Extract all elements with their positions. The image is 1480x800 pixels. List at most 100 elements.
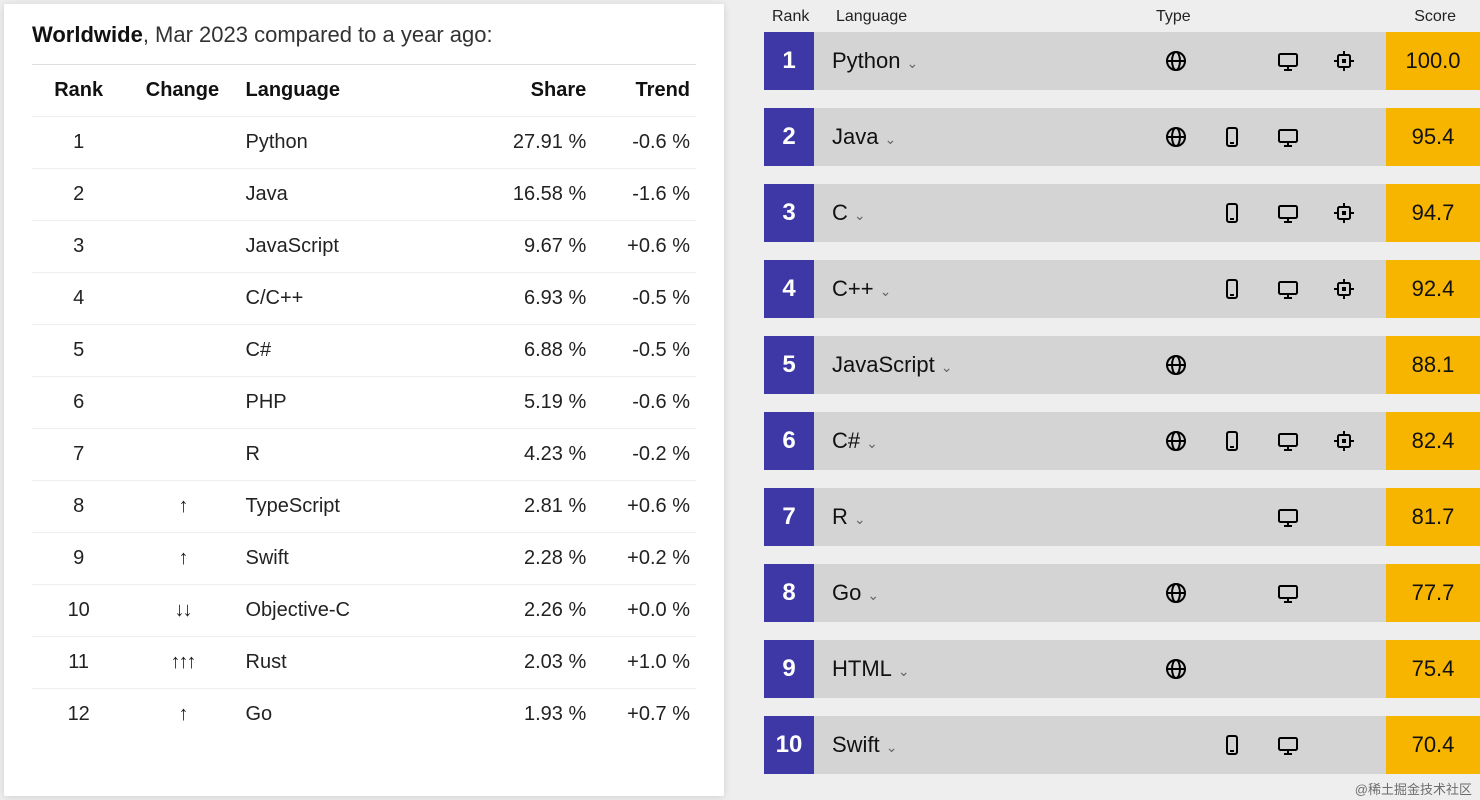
type-icons [1148, 429, 1372, 453]
language-cell[interactable]: C⌄ [832, 200, 1148, 226]
language-cell[interactable]: R⌄ [832, 504, 1148, 530]
cell-change: ↑ [125, 481, 239, 533]
cell-trend: -0.5 % [592, 273, 696, 325]
cell-share: 4.23 % [468, 429, 593, 481]
cell-trend: -0.6 % [592, 377, 696, 429]
language-cell[interactable]: JavaScript⌄ [832, 352, 1148, 378]
row-body: Swift⌄ [814, 716, 1386, 774]
cell-change [125, 273, 239, 325]
table-row: 1Python27.91 %-0.6 % [32, 117, 696, 169]
cell-rank: 1 [32, 117, 125, 169]
cell-language: C# [240, 325, 468, 377]
score-row: 5JavaScript⌄88.1 [764, 336, 1480, 394]
language-cell[interactable]: C++ ⌄ [832, 276, 1148, 302]
cell-language: Rust [240, 637, 468, 689]
col-language: Language [836, 8, 1156, 26]
empty-icon-slot [1316, 581, 1372, 605]
col-type: Type [1156, 8, 1380, 26]
cell-trend: +0.7 % [592, 689, 696, 741]
score-cell: 81.7 [1386, 488, 1480, 546]
score-header-row: Rank Language Type Score [764, 4, 1480, 32]
type-icons [1148, 505, 1372, 529]
row-body: JavaScript⌄ [814, 336, 1386, 394]
chevron-down-icon: ⌄ [941, 359, 953, 376]
empty-icon-slot [1204, 657, 1260, 681]
language-label: R [832, 504, 848, 530]
type-icons [1148, 733, 1372, 757]
empty-icon-slot [1204, 353, 1260, 377]
rank-badge: 7 [764, 488, 814, 546]
desktop-icon [1260, 201, 1316, 225]
table-row: 4C/C++6.93 %-0.5 % [32, 273, 696, 325]
empty-icon-slot [1204, 49, 1260, 73]
cell-change: ↑↑↑ [125, 637, 239, 689]
title-rest: , Mar 2023 compared to a year ago: [143, 22, 493, 47]
mobile-icon [1204, 429, 1260, 453]
cell-trend: +0.6 % [592, 481, 696, 533]
worldwide-ranking-panel: Worldwide, Mar 2023 compared to a year a… [4, 4, 724, 796]
col-rank: Rank [772, 8, 836, 26]
globe-icon [1148, 657, 1204, 681]
language-cell[interactable]: C# ⌄ [832, 428, 1148, 454]
type-icons [1148, 657, 1372, 681]
empty-icon-slot [1316, 505, 1372, 529]
table-row: 5C#6.88 %-0.5 % [32, 325, 696, 377]
cell-language: Swift [240, 533, 468, 585]
globe-icon [1148, 49, 1204, 73]
chevron-down-icon: ⌄ [907, 55, 919, 72]
chip-icon [1316, 49, 1372, 73]
score-row: 4C++⌄92.4 [764, 260, 1480, 318]
rank-badge: 10 [764, 716, 814, 774]
chevron-down-icon: ⌄ [898, 663, 910, 680]
col-rank: Rank [32, 65, 125, 117]
score-cell: 95.4 [1386, 108, 1480, 166]
language-label: HTML [832, 656, 892, 682]
panel-title: Worldwide, Mar 2023 compared to a year a… [32, 22, 696, 48]
chevron-down-icon: ⌄ [880, 283, 892, 300]
table-header-row: Rank Change Language Share Trend [32, 65, 696, 117]
cell-trend: -0.6 % [592, 117, 696, 169]
cell-language: Java [240, 169, 468, 221]
table-row: 7R4.23 %-0.2 % [32, 429, 696, 481]
score-cell: 75.4 [1386, 640, 1480, 698]
cell-rank: 7 [32, 429, 125, 481]
cell-language: Python [240, 117, 468, 169]
score-cell: 82.4 [1386, 412, 1480, 470]
chip-icon [1316, 277, 1372, 301]
row-body: Java⌄ [814, 108, 1386, 166]
cell-trend: +0.0 % [592, 585, 696, 637]
cell-rank: 4 [32, 273, 125, 325]
desktop-icon [1260, 581, 1316, 605]
globe-icon [1148, 581, 1204, 605]
cell-rank: 8 [32, 481, 125, 533]
language-label: C++ [832, 276, 874, 302]
score-row: 9HTML⌄75.4 [764, 640, 1480, 698]
cell-trend: -0.5 % [592, 325, 696, 377]
cell-share: 2.28 % [468, 533, 593, 585]
type-icons [1148, 125, 1372, 149]
chevron-down-icon: ⌄ [886, 739, 898, 756]
desktop-icon [1260, 125, 1316, 149]
cell-trend: -1.6 % [592, 169, 696, 221]
language-cell[interactable]: Java⌄ [832, 124, 1148, 150]
type-icons [1148, 581, 1372, 605]
language-cell[interactable]: HTML ⌄ [832, 656, 1148, 682]
score-row: 7 R⌄ 81.7 [764, 488, 1480, 546]
cell-language: Objective-C [240, 585, 468, 637]
language-cell[interactable]: Swift⌄ [832, 732, 1148, 758]
cell-rank: 11 [32, 637, 125, 689]
cell-share: 2.26 % [468, 585, 593, 637]
language-label: Go [832, 580, 861, 606]
rank-badge: 6 [764, 412, 814, 470]
score-cell: 94.7 [1386, 184, 1480, 242]
language-cell[interactable]: Python⌄ [832, 48, 1148, 74]
language-label: C# [832, 428, 860, 454]
chip-icon [1316, 429, 1372, 453]
language-cell[interactable]: Go⌄ [832, 580, 1148, 606]
cell-rank: 3 [32, 221, 125, 273]
score-ranking-panel: Rank Language Type Score 1Python⌄100.02J… [764, 0, 1480, 800]
cell-rank: 9 [32, 533, 125, 585]
chevron-down-icon: ⌄ [866, 435, 878, 452]
cell-language: R [240, 429, 468, 481]
cell-language: JavaScript [240, 221, 468, 273]
